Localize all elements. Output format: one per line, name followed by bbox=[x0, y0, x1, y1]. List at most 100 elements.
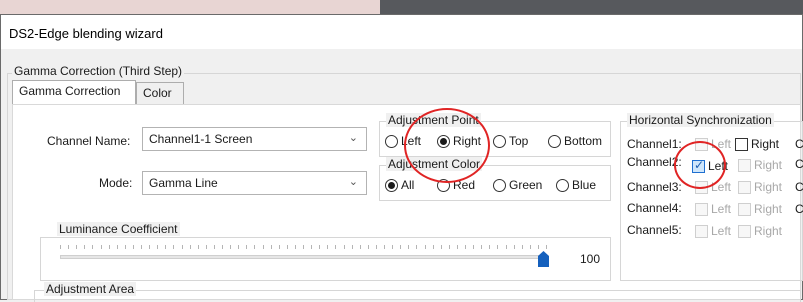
slider-tick bbox=[473, 245, 475, 249]
hsync-channel4-right-label: Right bbox=[754, 202, 783, 216]
slider-tick bbox=[205, 245, 207, 249]
slider-tick bbox=[456, 245, 458, 249]
hsync-channel4-label: Channel4: bbox=[627, 201, 682, 215]
luminance-value: 100 bbox=[580, 252, 601, 266]
tab-color-label: Color bbox=[143, 86, 172, 100]
checkbox-box bbox=[738, 180, 751, 194]
gamma-correction-group-title: Gamma Correction (Third Step) bbox=[12, 64, 185, 78]
slider-tick bbox=[529, 245, 531, 249]
slider-tick bbox=[375, 245, 377, 249]
hsync-channel4-right-checkbox[interactable]: Right bbox=[738, 202, 782, 216]
radio-dot bbox=[548, 134, 561, 148]
adjustment-point-top-label: Top bbox=[509, 134, 529, 148]
highlight-circle-adjustment-point bbox=[404, 108, 490, 183]
adjustment-color-all-radio[interactable]: All bbox=[385, 178, 414, 192]
hsync-channel3-right-checkbox[interactable]: Right bbox=[738, 180, 782, 194]
slider-tick bbox=[100, 245, 102, 249]
slider-tick bbox=[60, 245, 61, 249]
channel-name-label: Channel Name: bbox=[47, 134, 131, 148]
title-bar[interactable]: DS2-Edge blending wizard bbox=[1, 15, 802, 49]
slider-tick bbox=[319, 245, 321, 249]
slider-tick bbox=[189, 245, 191, 249]
slider-tick bbox=[440, 245, 442, 249]
slider-tick bbox=[513, 245, 515, 249]
slider-tick bbox=[278, 245, 280, 249]
luminance-slider-thumb[interactable] bbox=[538, 251, 549, 267]
hsync-channel1-right-checkbox[interactable]: Right bbox=[735, 137, 779, 151]
slider-tick bbox=[408, 245, 410, 249]
horizontal-sync-title: Horizontal Synchronization bbox=[627, 113, 774, 127]
slider-tick bbox=[132, 245, 134, 249]
mode-value: Gamma Line bbox=[149, 176, 218, 190]
slider-tick bbox=[165, 245, 167, 249]
adjustment-point-bottom-radio[interactable]: Bottom bbox=[548, 134, 602, 148]
adjustment-point-top-radio[interactable]: Top bbox=[493, 134, 528, 148]
slider-tick bbox=[465, 245, 466, 249]
adjustment-color-blue-label: Blue bbox=[572, 178, 597, 192]
checkbox-box bbox=[738, 158, 751, 172]
hsync-channel5-left-checkbox[interactable]: Left bbox=[695, 224, 731, 238]
slider-tick bbox=[351, 245, 353, 249]
chevron-down-icon: ⌄ bbox=[348, 176, 358, 188]
slider-tick bbox=[262, 245, 264, 249]
slider-tick bbox=[384, 245, 385, 249]
checkbox-box bbox=[695, 202, 708, 216]
hsync-channel4-left-checkbox[interactable]: Left bbox=[695, 202, 731, 216]
radio-dot-selected bbox=[385, 178, 398, 192]
radio-dot bbox=[493, 178, 506, 192]
adjustment-color-green-label: Green bbox=[509, 178, 543, 192]
hsync-channel2-right-checkbox[interactable]: Right bbox=[738, 158, 782, 172]
slider-tick bbox=[181, 245, 183, 249]
luminance-slider-track[interactable] bbox=[60, 255, 546, 259]
tab-gamma-correction-label: Gamma Correction bbox=[19, 84, 121, 98]
hsync-channel2-extra: C bbox=[795, 157, 803, 171]
slider-tick bbox=[359, 245, 361, 249]
slider-tick bbox=[76, 245, 78, 249]
slider-tick bbox=[294, 245, 296, 249]
slider-tick bbox=[432, 245, 434, 249]
chevron-down-icon: ⌄ bbox=[348, 132, 358, 144]
radio-dot bbox=[493, 134, 506, 148]
hsync-channel5-right-checkbox[interactable]: Right bbox=[738, 224, 782, 238]
hsync-channel1-label: Channel1: bbox=[627, 137, 682, 151]
slider-tick bbox=[489, 245, 491, 249]
adjustment-color-green-radio[interactable]: Green bbox=[493, 178, 542, 192]
mode-select[interactable]: Gamma Line ⌄ bbox=[142, 171, 367, 195]
slider-tick bbox=[230, 245, 232, 249]
adjustment-area-group bbox=[34, 290, 801, 302]
slider-thumb-shape bbox=[538, 251, 549, 267]
slider-tick bbox=[521, 245, 523, 249]
radio-dot bbox=[385, 134, 398, 148]
channel-name-value: Channel1-1 Screen bbox=[149, 132, 253, 146]
slider-tick bbox=[68, 245, 70, 249]
hsync-channel4-extra: C bbox=[795, 202, 803, 216]
tab-color[interactable]: Color bbox=[136, 82, 184, 104]
slider-tick bbox=[546, 245, 547, 249]
adjustment-area-title: Adjustment Area bbox=[44, 282, 137, 296]
slider-tick bbox=[311, 245, 313, 249]
hsync-channel3-label: Channel3: bbox=[627, 180, 682, 194]
slider-tick bbox=[213, 245, 215, 249]
slider-tick bbox=[537, 245, 539, 249]
channel-name-select[interactable]: Channel1-1 Screen ⌄ bbox=[142, 127, 367, 151]
slider-tick bbox=[149, 245, 151, 249]
slider-tick bbox=[416, 245, 418, 249]
hsync-channel4-left-label: Left bbox=[711, 202, 732, 216]
adjustment-color-blue-radio[interactable]: Blue bbox=[556, 178, 596, 192]
slider-tick bbox=[124, 245, 126, 249]
slider-tick bbox=[197, 245, 199, 249]
slider-tick bbox=[173, 245, 175, 249]
slider-tick bbox=[222, 245, 223, 249]
slider-tick bbox=[92, 245, 94, 249]
hsync-channel5-label: Channel5: bbox=[627, 223, 682, 237]
luminance-group bbox=[40, 237, 611, 281]
tab-gamma-correction[interactable]: Gamma Correction bbox=[12, 80, 136, 104]
checkbox-box bbox=[695, 224, 708, 238]
hsync-channel1-extra: C bbox=[795, 137, 803, 151]
mode-label: Mode: bbox=[99, 176, 133, 190]
checkbox-box bbox=[738, 224, 751, 238]
hsync-channel1-right-label: Right bbox=[751, 137, 780, 151]
radio-dot bbox=[556, 178, 569, 192]
slider-tick bbox=[448, 245, 450, 249]
slider-tick bbox=[246, 245, 248, 249]
